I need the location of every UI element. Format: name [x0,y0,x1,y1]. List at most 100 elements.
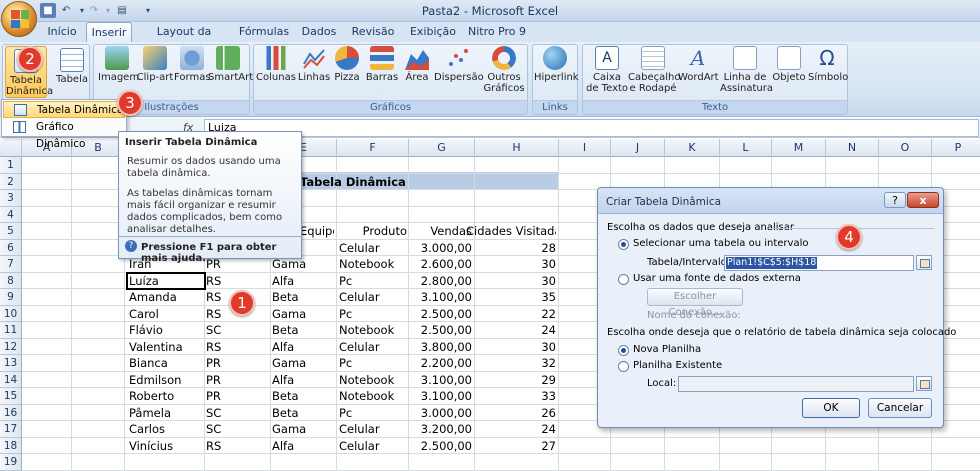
row-header-8[interactable]: 8 [0,272,22,289]
column-header-H[interactable]: H [475,139,559,157]
select-all-corner[interactable] [0,139,22,157]
cell-vendas[interactable]: 2.800,00 [410,273,472,289]
cell-uf[interactable]: PR [206,355,266,371]
other-charts-button[interactable]: Outros Gráficos [483,46,525,94]
cell-cidades[interactable]: 32 [476,355,556,371]
signature-line-button[interactable]: Linha de Assinatura [720,46,773,94]
cell-produto[interactable]: Celular [339,421,409,437]
row-header-3[interactable]: 3 [0,190,22,207]
cell-uf[interactable]: RS [206,339,266,355]
cell-equipe[interactable]: Gama [272,421,334,437]
cancel-button[interactable]: Cancelar [868,398,932,418]
column-header-M[interactable]: M [772,139,826,157]
row-header-15[interactable]: 15 [0,388,22,405]
cell-equipe[interactable]: Alfa [272,339,334,355]
cell-cidades[interactable]: 29 [476,372,556,388]
row-header-10[interactable]: 10 [0,305,22,322]
scatter-chart-button[interactable]: Dispersão [434,46,484,83]
range-input[interactable]: Plan1!$C$5:$H$18 [724,255,914,271]
column-header-L[interactable]: L [720,139,772,157]
cell-vendas[interactable]: 3.000,00 [410,240,472,256]
cell-uf[interactable]: PR [206,372,266,388]
cell-nome[interactable]: Amanda [129,289,203,305]
cell-vendas[interactable]: 3.000,00 [410,405,472,421]
hyperlink-button[interactable]: Hiperlink [534,46,579,83]
column-header-N[interactable]: N [826,139,879,157]
header-produto[interactable]: Produto [340,223,407,239]
cell-cidades[interactable]: 24 [476,421,556,437]
local-picker-icon[interactable] [916,376,932,391]
cell-cidades[interactable]: 30 [476,273,556,289]
row-header-17[interactable]: 17 [0,421,22,438]
ok-button[interactable]: OK [802,398,860,418]
cell-vendas[interactable]: 3.800,00 [410,339,472,355]
tab-dados[interactable]: Dados [298,22,340,42]
menu-item-pivot-chart[interactable]: Gráfico Dinâmico [3,119,125,150]
cell-equipe[interactable]: Alfa [272,273,334,289]
cell-cidades[interactable]: 24 [476,322,556,338]
tab-nitro[interactable]: Nitro Pro 9 [466,22,528,42]
cell-nome[interactable]: Carlos [129,421,203,437]
cell-vendas[interactable]: 2.600,00 [410,256,472,272]
cell-nome[interactable]: Roberto [129,388,203,404]
column-header-O[interactable]: O [879,139,932,157]
tab-revisao[interactable]: Revisão [346,22,400,42]
cell-produto[interactable]: Pc [339,355,409,371]
cell-vendas[interactable]: 3.100,00 [410,289,472,305]
cell-cidades[interactable]: 33 [476,388,556,404]
cell-cidades[interactable]: 22 [476,306,556,322]
tab-inicio[interactable]: Início [40,22,84,42]
formula-input[interactable]: Luiza [204,119,979,137]
row-header-18[interactable]: 18 [0,437,22,454]
cell-equipe[interactable]: Alfa [272,438,334,454]
radio-select-table[interactable] [618,239,629,250]
row-header-12[interactable]: 12 [0,338,22,355]
cell-produto[interactable]: Celular [339,240,409,256]
cell-equipe[interactable]: Beta [272,388,334,404]
row-header-9[interactable]: 9 [0,289,22,306]
smartart-button[interactable]: SmartArt [208,46,253,83]
column-header-G[interactable]: G [409,139,475,157]
cell-produto[interactable]: Pc [339,273,409,289]
radio-external-source-label[interactable]: Usar uma fonte de dados externa [633,273,801,284]
tab-exibicao[interactable]: Exibição [406,22,460,42]
row-header-13[interactable]: 13 [0,355,22,372]
picture-button[interactable]: Imagem [98,46,139,83]
cell-produto[interactable]: Celular [339,289,409,305]
table-button[interactable]: Tabela [56,46,88,85]
cell-produto[interactable]: Notebook [339,322,409,338]
row-header-14[interactable]: 14 [0,371,22,388]
column-header-F[interactable]: F [337,139,409,157]
tab-formulas[interactable]: Fórmulas [236,22,292,42]
pie-chart-button[interactable]: Pizza [332,46,362,83]
cell-equipe[interactable]: Beta [272,405,334,421]
radio-select-table-label[interactable]: Selecionar uma tabela ou intervalo [633,238,808,249]
shapes-button[interactable]: Formas [174,46,211,83]
cell-vendas[interactable]: 2.500,00 [410,438,472,454]
cell-vendas[interactable]: 3.200,00 [410,421,472,437]
cell-nome[interactable]: Flávio [129,322,203,338]
column-header-K[interactable]: K [665,139,720,157]
pivot-title-cell[interactable]: Tabela Dinâmica [300,174,500,190]
cell-nome[interactable]: Vinícius [129,438,203,454]
tab-inserir[interactable]: Inserir [86,22,132,42]
header-footer-button[interactable]: Cabeçalho e Rodapé [628,46,680,94]
radio-external-source[interactable] [618,274,629,285]
menu-item-pivot-table[interactable]: Tabela Dinâmica [3,101,125,118]
cell-produto[interactable]: Pc [339,405,409,421]
textbox-button[interactable]: A Caixa de Texto [586,46,628,94]
dialog-help-icon[interactable]: ? [884,192,906,208]
dialog-close-icon[interactable]: x [907,192,939,208]
cell-produto[interactable]: Celular [339,339,409,355]
cell-vendas[interactable]: 3.100,00 [410,388,472,404]
office-button[interactable] [1,1,37,37]
cell-uf[interactable]: RS [206,273,266,289]
cell-cidades[interactable]: 27 [476,438,556,454]
radio-existing-sheet-label[interactable]: Planilha Existente [633,360,722,371]
wordart-button[interactable]: A WordArt [678,46,719,83]
radio-new-sheet-label[interactable]: Nova Planilha [633,344,701,355]
cell-cidades[interactable]: 35 [476,289,556,305]
cell-uf[interactable]: RS [206,438,266,454]
cell-equipe[interactable]: Beta [272,322,334,338]
cell-uf[interactable]: SC [206,405,266,421]
